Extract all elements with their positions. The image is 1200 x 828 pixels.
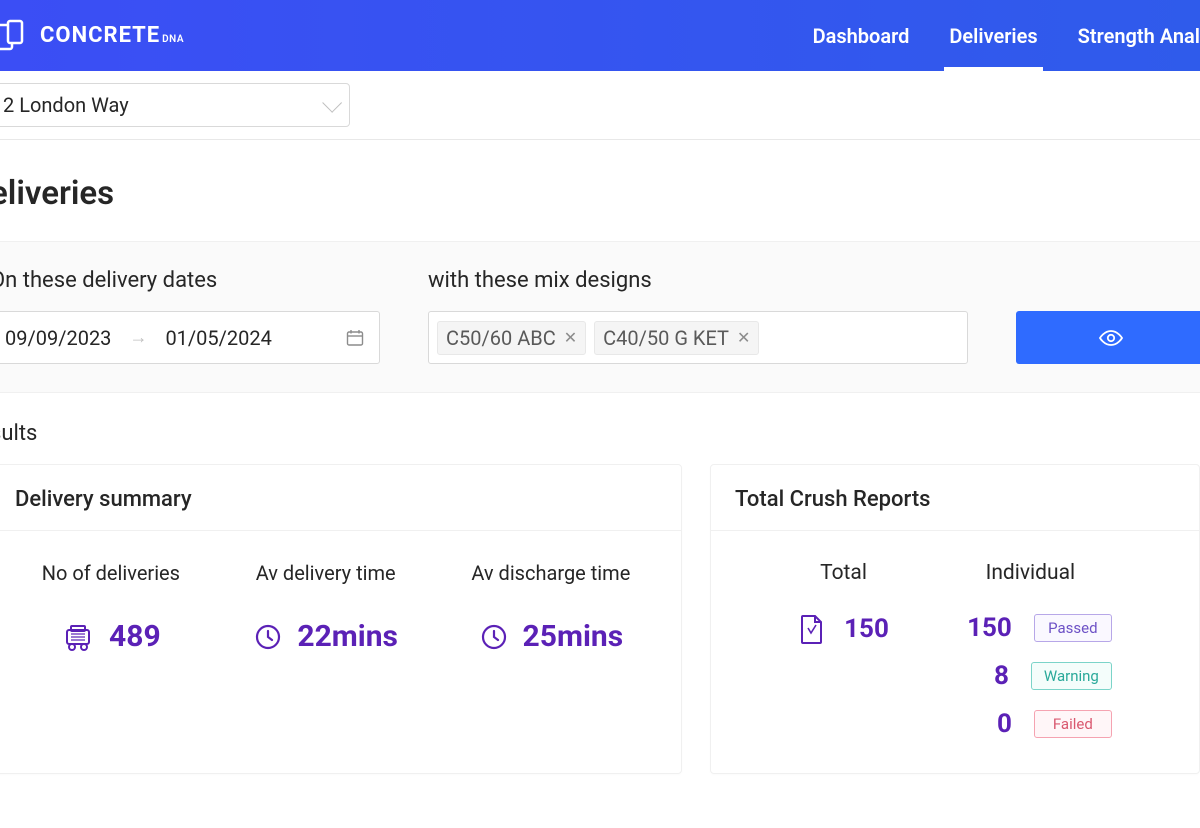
main-nav: Dashboard Deliveries Strength Anal (813, 0, 1200, 71)
brand-suffix: DNA (162, 34, 184, 45)
filter-mix: with these mix designs C50/60 ABC ✕ C40/… (428, 268, 968, 364)
mix-tag-label: C50/60 ABC (446, 326, 556, 350)
metric-value: 25mins (523, 619, 624, 654)
metric-delivery-count: No of deliveries (42, 561, 180, 654)
close-icon[interactable]: ✕ (737, 328, 750, 347)
nav-dashboard[interactable]: Dashboard (813, 0, 910, 71)
results-heading: sults (0, 421, 1200, 446)
date-range-picker[interactable]: 09/09/2023 → 01/05/2024 (0, 311, 380, 364)
nav-deliveries[interactable]: Deliveries (949, 0, 1037, 71)
chevron-down-icon (322, 93, 342, 113)
eye-icon (1098, 325, 1124, 351)
location-select[interactable]: 2 London Way (0, 83, 350, 127)
crush-row-value: 8 (949, 661, 1009, 691)
app-header: CONCRETE DNA Dashboard Deliveries Streng… (0, 0, 1200, 71)
report-icon (798, 613, 826, 645)
arrow-right-icon: → (129, 327, 147, 348)
delivery-summary-card: Delivery summary No of deliveries (0, 464, 682, 774)
brand-name: CONCRETE (40, 23, 160, 48)
metric-value: 22mins (297, 619, 398, 654)
brand-icon (0, 17, 28, 55)
mix-tag: C50/60 ABC ✕ (437, 321, 586, 355)
cards-row: Delivery summary No of deliveries (0, 464, 1200, 774)
metric-label: No of deliveries (42, 561, 180, 585)
mix-multiselect[interactable]: C50/60 ABC ✕ C40/50 G KET ✕ (428, 311, 968, 364)
metric-label: Av discharge time (471, 561, 630, 585)
crush-reports-title: Total Crush Reports (711, 465, 1199, 531)
filter-dates-label: On these delivery dates (0, 268, 380, 293)
nav-strength-analysis[interactable]: Strength Anal (1078, 0, 1200, 71)
metric-discharge-time: Av discharge time 25mins (471, 561, 630, 654)
page-title: eliveries (0, 174, 1200, 213)
status-badge-warning: Warning (1031, 662, 1112, 690)
brand-logo: CONCRETE DNA (0, 17, 184, 55)
crush-total-label: Total (798, 561, 889, 585)
location-selected-value: 2 London Way (3, 93, 129, 117)
metric-value: 489 (109, 619, 161, 654)
crush-row-value: 150 (952, 613, 1012, 643)
crush-total-column: Total 150 (798, 561, 889, 739)
filter-bar: On these delivery dates 09/09/2023 → 01/… (0, 241, 1200, 393)
delivery-summary-title: Delivery summary (0, 465, 681, 531)
truck-icon (61, 620, 95, 654)
brand-text: CONCRETE DNA (40, 23, 184, 48)
crush-individual-column: Individual 150 Passed 8 Warning 0 Failed (949, 561, 1112, 739)
mix-tag-label: C40/50 G KET (603, 326, 729, 350)
date-from: 09/09/2023 (5, 326, 111, 350)
status-badge-passed: Passed (1034, 614, 1112, 642)
filter-dates: On these delivery dates 09/09/2023 → 01/… (0, 268, 380, 364)
status-badge-failed: Failed (1034, 710, 1112, 738)
metric-delivery-time: Av delivery time 22mins (253, 561, 398, 654)
date-to: 01/05/2024 (165, 326, 271, 350)
close-icon[interactable]: ✕ (564, 328, 577, 347)
view-button[interactable] (1016, 311, 1200, 364)
clock-icon (253, 622, 283, 652)
crush-row-value: 0 (952, 709, 1012, 739)
filter-mix-label: with these mix designs (428, 268, 968, 293)
crush-row-warning: 8 Warning (949, 661, 1112, 691)
crush-individual-label: Individual (949, 561, 1112, 585)
metric-label: Av delivery time (256, 561, 396, 585)
crush-total-value: 150 (844, 614, 889, 644)
crush-row-passed: 150 Passed (949, 613, 1112, 643)
crush-row-failed: 0 Failed (949, 709, 1112, 739)
location-bar: 2 London Way (0, 71, 1200, 140)
crush-reports-card: Total Crush Reports Total 150 (710, 464, 1200, 774)
mix-tag: C40/50 G KET ✕ (594, 321, 759, 355)
calendar-icon (345, 328, 365, 348)
clock-icon (479, 622, 509, 652)
